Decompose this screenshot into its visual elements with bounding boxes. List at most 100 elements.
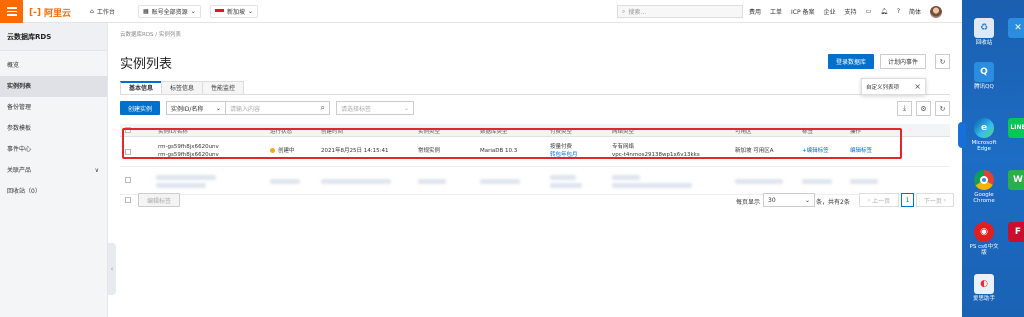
blurred-content [480, 179, 520, 184]
desktop-icon-label: 回收站 [975, 40, 993, 46]
close-icon[interactable]: × [914, 82, 921, 91]
select-all-footer-checkbox[interactable] [125, 197, 131, 203]
support-link[interactable]: 支持 [845, 7, 857, 16]
create-instance-button[interactable]: 创建实例 [120, 101, 160, 115]
desktop-icon-qq[interactable]: Q 腾讯QQ [968, 62, 1000, 90]
terminal-icon[interactable]: ▭ [866, 8, 872, 15]
desktop-icon-chrome[interactable]: Google Chrome [968, 170, 1000, 204]
top-navigation-bar: [-] 阿里云 ⌂ 工作台 ▦ 账号全部资源 ⌄ 新加坡 ⌄ ⌕ 搜索... 费… [0, 0, 962, 23]
region-select[interactable]: 新加坡 ⌄ [210, 5, 259, 18]
desktop-icon-wps[interactable]: W [1002, 170, 1024, 192]
sidebar-item-label: 概览 [7, 62, 20, 69]
search-icon[interactable]: ⌕ [321, 103, 325, 113]
pager-size-label: 每页显示 [736, 194, 760, 208]
avatar[interactable] [930, 5, 943, 18]
sidebar-item-backup[interactable]: 备份管理 [0, 97, 107, 118]
account-resources-select[interactable]: ▦ 账号全部资源 ⌄ [138, 5, 201, 18]
desktop-icon-vscode[interactable]: ✕ [1002, 18, 1024, 40]
sidebar-item-related-products[interactable]: 关联产品 ∨ [0, 160, 107, 181]
desktop-icon-ps[interactable]: ◉ PS cs6中文版 [968, 222, 1000, 256]
desktop-icon-recycle-bin[interactable]: ♻ 回收站 [968, 18, 1000, 46]
icp-link[interactable]: ICP 备案 [791, 7, 815, 16]
tab-basic-info[interactable]: 基本信息 [120, 81, 163, 95]
sidebar-item-label: 事件中心 [7, 146, 32, 153]
desktop-icon-label: PS cs6中文版 [969, 244, 999, 256]
tag-select-placeholder: 请选择标签 [341, 105, 372, 113]
bell-icon[interactable]: 🔔︎ [880, 8, 888, 15]
home-icon: ⌂ [90, 8, 94, 15]
blurred-content [850, 179, 878, 184]
blurred-content [321, 179, 391, 184]
sidebar-item-instance-list[interactable]: 实例列表 [0, 76, 107, 97]
blurred-content [156, 183, 206, 188]
page-title: 实例列表 [120, 57, 173, 72]
language-switch[interactable]: 简体 [909, 7, 921, 16]
edge-icon: e [974, 118, 994, 138]
workbench-label: 工作台 [96, 9, 115, 16]
blurred-content [550, 175, 576, 180]
sidebar-item-overview[interactable]: 概览 [0, 55, 107, 76]
desktop-icon-aisi[interactable]: ◐ 爱思助手 [968, 274, 1000, 302]
tab-divider [120, 94, 950, 95]
menu-icon[interactable] [0, 0, 23, 23]
fees-link[interactable]: 费用 [749, 7, 761, 16]
planned-events-button[interactable]: 计划内事件 [880, 54, 926, 69]
tickets-link[interactable]: 工单 [770, 7, 782, 16]
sidebar-item-label: 关联产品 [7, 167, 32, 174]
breadcrumb: 云数据库RDS / 实例列表 [120, 32, 181, 38]
filter-field-select[interactable]: 实例ID/名称 ⌄ [166, 101, 226, 115]
next-page-button[interactable]: 下一页 › [916, 193, 954, 207]
blurred-content [156, 175, 216, 180]
sidebar-item-event-center[interactable]: 事件中心 [0, 139, 107, 160]
workbench-link[interactable]: ⌂ 工作台 [86, 5, 119, 18]
batch-edit-tag-button[interactable]: 编辑标签 [138, 193, 180, 207]
sidebar-item-recycle-bin[interactable]: 回收站（0） [0, 181, 107, 202]
tag-filter-select[interactable]: 请选择标签 ⌄ [336, 101, 414, 115]
chevron-down-icon: ⌄ [403, 104, 409, 112]
main-content: 云数据库RDS / 实例列表 实例列表 登录数据库 计划内事件 ↻ 基本信息 标… [108, 23, 962, 317]
side-handle[interactable] [958, 122, 966, 148]
search-icon: ⌕ [622, 7, 626, 15]
enterprise-link[interactable]: 企业 [824, 7, 836, 16]
qq-icon: Q [974, 62, 994, 82]
gear-icon[interactable]: ⚙ [916, 101, 931, 116]
aliyun-logo[interactable]: [-] 阿里云 [29, 6, 71, 20]
singapore-flag-icon [215, 8, 224, 15]
desktop-icon-label: Google Chrome [973, 192, 995, 204]
desktop-icon-fr[interactable]: F [1002, 222, 1024, 244]
sidebar: 云数据库RDS 概览 实例列表 备份管理 参数模板 事件中心 关联产品 ∨ 回收站… [0, 23, 108, 317]
desktop-icon-edge[interactable]: e Microsoft Edge [968, 118, 1000, 152]
instance-search-input[interactable]: 请输入内容 ⌕ [225, 101, 330, 115]
account-resources-label: 账号全部资源 [151, 9, 188, 16]
login-database-button[interactable]: 登录数据库 [828, 54, 874, 69]
total-count-text: 条，共有2条 [816, 198, 850, 206]
page-size-select[interactable]: 30 ⌄ [763, 193, 815, 207]
tab-performance[interactable]: 性能监控 [202, 81, 245, 95]
desktop-icon-label: 腾讯QQ [974, 84, 994, 90]
sidebar-item-param-templates[interactable]: 参数模板 [0, 118, 107, 139]
prev-page-button[interactable]: ‹ 上一页 [859, 193, 899, 207]
help-icon[interactable]: ? [897, 8, 900, 15]
popover-text: 自定义列表项 [866, 84, 900, 91]
row-checkbox[interactable] [125, 177, 131, 183]
chevron-down-icon: ⌄ [248, 8, 254, 15]
region-label: 新加坡 [227, 9, 246, 16]
custom-columns-tooltip: 自定义列表项 × [861, 78, 926, 95]
filter-field-value: 实例ID/名称 [171, 105, 204, 113]
refresh-icon[interactable]: ↻ [935, 101, 950, 116]
refresh-icon[interactable]: ↻ [935, 54, 950, 69]
blurred-content [802, 179, 832, 184]
per-page-label: 每页显示 [736, 198, 761, 206]
sidebar-title: 云数据库RDS [0, 23, 107, 51]
desktop-icon-label: 爱思助手 [972, 296, 995, 302]
aliyun-logo-mark: [-] [29, 7, 41, 18]
blurred-content [612, 175, 640, 180]
desktop-icon-line[interactable]: LINE [1002, 118, 1024, 140]
global-search-input[interactable]: ⌕ 搜索... [617, 5, 743, 18]
tab-tag-info[interactable]: 标签信息 [161, 81, 204, 95]
page-number-button[interactable]: 1 [901, 193, 914, 207]
download-icon[interactable]: ⤓ [897, 101, 912, 116]
fr-icon: F [1008, 222, 1024, 242]
sidebar-item-label: 备份管理 [7, 104, 32, 111]
grid-icon: ▦ [143, 8, 149, 15]
